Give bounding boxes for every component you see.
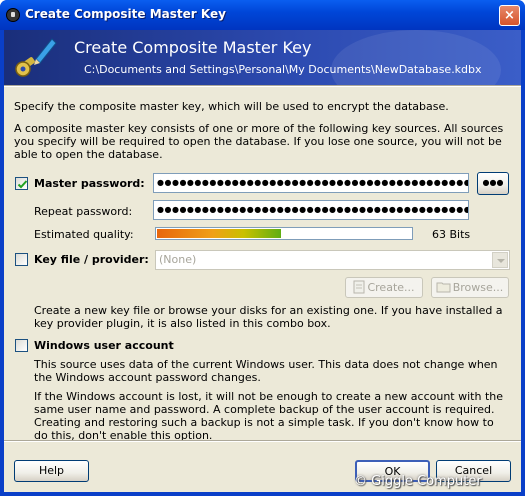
watermark: © Giggle Computer [354,474,482,489]
help-button[interactable]: Help [14,460,89,482]
key-file-combo[interactable]: (None) [155,250,510,270]
master-password-label[interactable]: Master password: [34,177,145,190]
key-file-checkbox[interactable] [15,253,28,266]
create-key-file-label: Create... [367,281,415,294]
intro-description: A composite master key consists of one o… [14,122,504,161]
window-title: Create Composite Master Key [25,7,226,21]
windows-account-checkbox[interactable] [15,339,28,352]
key-file-help: Create a new key file or browse your dis… [34,304,503,330]
checkmark-icon [17,180,28,189]
windows-account-help: This source uses data of the current Win… [34,358,498,384]
quality-meter [155,227,413,240]
chevron-down-icon[interactable] [492,252,508,268]
key-file-combo-value: (None) [159,253,197,266]
key-file-label[interactable]: Key file / provider: [34,253,149,266]
repeat-password-label: Repeat password: [34,205,133,218]
banner-separator [4,85,521,87]
footer-separator [4,440,521,442]
estimated-quality-label: Estimated quality: [34,228,134,241]
windows-account-warning: If the Windows account is lost, it will … [34,390,503,442]
master-password-input[interactable]: ●●●●●●●●●●●●●●●●●●●●●●●●●●●●●●●●●●●●●●●●… [153,173,469,193]
quality-meter-fill [157,229,281,238]
new-file-icon [353,280,365,294]
header-banner: Create Composite Master Key C:\Documents… [4,30,521,85]
title-bar[interactable]: Create Composite Master Key × [0,0,525,30]
close-button[interactable]: × [499,5,520,26]
dialog-window: Create Composite Master Key × Create Com… [0,0,525,496]
folder-icon [436,282,451,293]
banner-decoration [331,30,501,85]
master-password-checkbox[interactable] [15,177,28,190]
intro-line: Specify the composite master key, which … [14,100,449,113]
windows-account-label[interactable]: Windows user account [34,339,174,352]
repeat-password-input[interactable]: ●●●●●●●●●●●●●●●●●●●●●●●●●●●●●●●●●●●●●●●●… [153,200,469,220]
browse-key-file-label: Browse... [452,281,504,294]
lock-icon [6,8,20,22]
database-path: C:\Documents and Settings\Personal\My Do… [84,63,482,76]
show-password-button[interactable]: ●●● [477,172,509,195]
dialog-client: Create Composite Master Key C:\Documents… [4,30,521,492]
quality-bits: 63 Bits [432,228,471,241]
banner-title: Create Composite Master Key [74,38,312,57]
key-pen-icon [15,38,57,77]
